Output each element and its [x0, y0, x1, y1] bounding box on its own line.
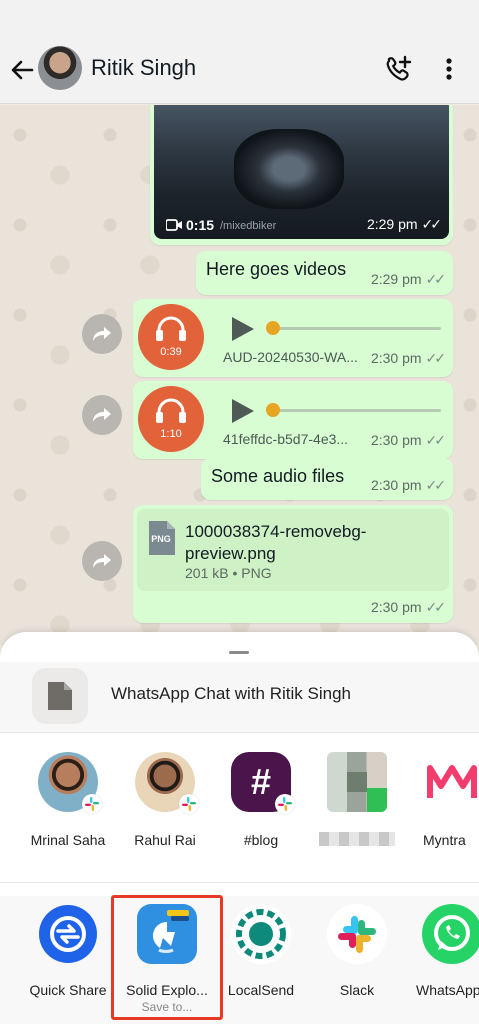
- video-message[interactable]: 0:15 /mixedbiker 2:29 pm ✓✓: [150, 105, 453, 245]
- direct-share-row: Mrinal Saha Rahul Rai # #blog Myntra: [0, 746, 479, 876]
- forward-icon[interactable]: [82, 395, 122, 435]
- audio-progress-track[interactable]: [275, 327, 441, 330]
- message-text: Some audio files: [211, 466, 345, 486]
- video-thumbnail[interactable]: 0:15 /mixedbiker 2:29 pm ✓✓: [154, 105, 449, 239]
- audio-filename: 41feffdc-b5d7-4e3...: [223, 431, 349, 447]
- slack-badge-icon: [275, 794, 295, 814]
- share-sheet[interactable]: WhatsApp Chat with Ritik Singh Mrinal Sa…: [0, 632, 479, 1024]
- audio-progress-track[interactable]: [275, 409, 441, 412]
- message-time: 2:29 pm ✓✓: [366, 216, 442, 232]
- app-label: Quick Share: [29, 982, 107, 998]
- document-icon: [32, 668, 88, 724]
- file-name: 1000038374-removebg-preview.png: [185, 522, 367, 563]
- audio-progress-handle[interactable]: [266, 403, 280, 417]
- localsend-icon: [231, 904, 291, 964]
- play-icon[interactable]: [230, 315, 256, 343]
- share-target-label: #blog: [243, 832, 279, 848]
- message-time: 2:30 pm ✓✓: [370, 350, 446, 366]
- highlight-annotation: [111, 895, 223, 1020]
- contact-name[interactable]: Ritik Singh: [91, 55, 196, 81]
- pixelated-avatar: [327, 752, 387, 812]
- forward-icon[interactable]: [82, 541, 122, 581]
- file-message[interactable]: PNG 1000038374-removebg-preview.png 201 …: [133, 505, 453, 623]
- video-camera-icon: [165, 219, 182, 231]
- message-time: 2:30 pm ✓✓: [370, 432, 446, 448]
- slack-badge-icon: [82, 794, 102, 814]
- file-card[interactable]: PNG 1000038374-removebg-preview.png 201 …: [137, 509, 449, 591]
- slack-icon: [327, 904, 387, 964]
- app-share-row: Quick Share Solid Explo... Save to... Lo…: [0, 896, 479, 1024]
- myntra-icon: [423, 752, 479, 812]
- audio-length: 0:39: [160, 346, 182, 358]
- pixelated-label: [319, 832, 395, 846]
- headphones-icon: 0:39: [138, 304, 204, 370]
- app-label: Slack: [339, 982, 375, 998]
- divider: [0, 882, 479, 883]
- slack-badge-icon: [179, 794, 199, 814]
- audio-message[interactable]: 0:39 AUD-20240530-WA... 2:30 pm ✓✓: [133, 299, 453, 377]
- share-target-label: Rahul Rai: [134, 832, 196, 848]
- whatsapp-icon: [422, 904, 479, 964]
- audio-length: 1:10: [160, 428, 182, 440]
- file-info: 201 kB • PNG: [185, 565, 272, 581]
- share-target-label: Mrinal Saha: [30, 832, 106, 848]
- headphones-icon: 1:10: [138, 386, 204, 452]
- add-call-icon[interactable]: [383, 54, 413, 84]
- message-time: 2:29 pm ✓✓: [370, 271, 446, 287]
- quick-share-icon: [38, 904, 98, 964]
- back-arrow-icon[interactable]: [8, 56, 36, 84]
- app-label: WhatsApp: [416, 982, 479, 998]
- audio-progress-handle[interactable]: [266, 321, 280, 335]
- chat-area[interactable]: 0:15 /mixedbiker 2:29 pm ✓✓ Here goes vid…: [0, 105, 479, 645]
- share-target-label: Myntra: [423, 832, 466, 848]
- audio-message[interactable]: 1:10 41feffdc-b5d7-4e3... 2:30 pm ✓✓: [133, 381, 453, 459]
- video-watermark: /mixedbiker: [220, 220, 277, 232]
- message-time: 2:30 pm ✓✓: [370, 477, 446, 493]
- png-file-icon: PNG: [147, 521, 175, 555]
- message-text: Here goes videos: [206, 259, 347, 279]
- more-options-icon[interactable]: [437, 54, 461, 84]
- video-duration: 0:15: [165, 217, 214, 233]
- sheet-drag-handle[interactable]: [229, 651, 249, 654]
- text-message[interactable]: Here goes videos 2:29 pm ✓✓: [196, 251, 453, 295]
- contact-avatar[interactable]: [38, 46, 82, 90]
- play-icon[interactable]: [230, 397, 256, 425]
- chat-header: Ritik Singh: [0, 0, 479, 104]
- share-preview: WhatsApp Chat with Ritik Singh: [0, 662, 479, 732]
- share-title: WhatsApp Chat with Ritik Singh: [111, 684, 351, 703]
- audio-filename: AUD-20240530-WA...: [223, 349, 358, 365]
- divider: [0, 732, 479, 733]
- text-message[interactable]: Some audio files 2:30 pm ✓✓: [201, 458, 453, 500]
- message-time: 2:30 pm ✓✓: [370, 599, 446, 615]
- app-label: LocalSend: [227, 982, 295, 998]
- forward-icon[interactable]: [82, 314, 122, 354]
